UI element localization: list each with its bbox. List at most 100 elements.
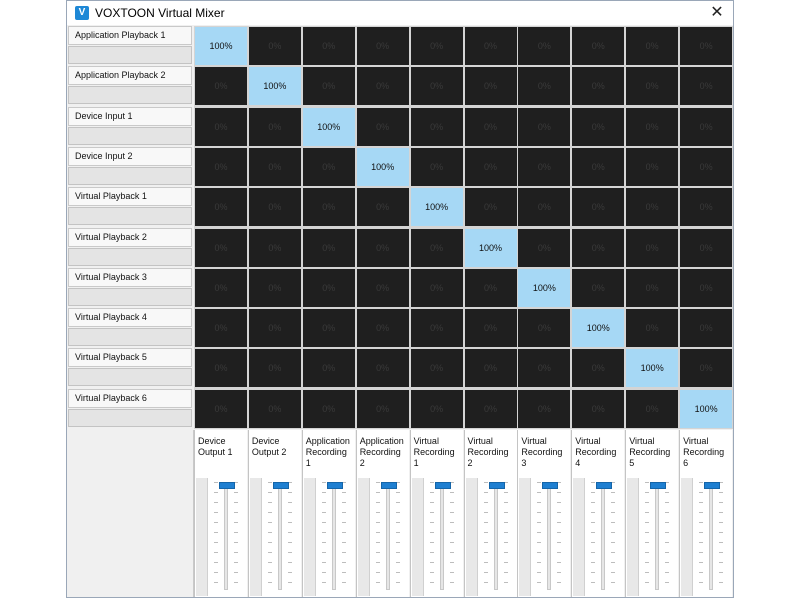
matrix-cell[interactable]: 0% — [356, 67, 409, 106]
volume-fader[interactable] — [519, 478, 569, 596]
matrix-cell[interactable]: 0% — [680, 188, 733, 227]
matrix-cell[interactable]: 0% — [464, 27, 517, 65]
matrix-cell[interactable]: 0% — [248, 309, 301, 348]
matrix-cell[interactable]: 0% — [410, 228, 463, 267]
input-row-control[interactable] — [68, 368, 192, 387]
matrix-cell[interactable]: 0% — [410, 389, 463, 428]
matrix-cell[interactable]: 0% — [518, 228, 571, 267]
matrix-cell[interactable]: 0% — [302, 268, 355, 307]
matrix-cell[interactable]: 0% — [302, 27, 355, 65]
matrix-cell[interactable]: 0% — [195, 349, 247, 388]
volume-fader[interactable] — [303, 478, 354, 596]
matrix-cell[interactable]: 0% — [572, 349, 625, 388]
fader-thumb[interactable] — [542, 482, 559, 489]
matrix-cell[interactable]: 0% — [680, 228, 733, 267]
matrix-cell[interactable]: 0% — [410, 147, 463, 186]
fader-track[interactable] — [385, 482, 390, 590]
matrix-cell[interactable]: 0% — [410, 67, 463, 106]
matrix-cell[interactable]: 0% — [680, 67, 733, 106]
fader-track[interactable] — [493, 482, 498, 590]
matrix-cell[interactable]: 0% — [195, 309, 247, 348]
matrix-cell[interactable]: 0% — [626, 67, 679, 106]
matrix-cell[interactable]: 0% — [410, 27, 463, 65]
input-row-control[interactable] — [68, 207, 192, 226]
matrix-cell[interactable]: 0% — [518, 309, 571, 348]
matrix-cell[interactable]: 0% — [464, 349, 517, 388]
fader-track[interactable] — [709, 482, 714, 590]
fader-track[interactable] — [547, 482, 552, 590]
matrix-cell[interactable]: 0% — [464, 107, 517, 146]
fader-thumb[interactable] — [488, 482, 505, 489]
matrix-cell[interactable]: 0% — [356, 268, 409, 307]
matrix-cell[interactable]: 0% — [302, 349, 355, 388]
input-row-control[interactable] — [68, 408, 192, 427]
matrix-cell[interactable]: 0% — [248, 27, 301, 65]
matrix-cell[interactable]: 0% — [626, 27, 679, 65]
matrix-cell[interactable]: 0% — [572, 67, 625, 106]
matrix-cell[interactable]: 0% — [626, 268, 679, 307]
matrix-cell[interactable]: 0% — [518, 27, 571, 65]
matrix-cell[interactable]: 100% — [518, 268, 571, 307]
matrix-cell[interactable]: 0% — [356, 188, 409, 227]
volume-fader[interactable] — [249, 478, 300, 596]
matrix-cell[interactable]: 0% — [356, 107, 409, 146]
matrix-cell[interactable]: 0% — [680, 27, 733, 65]
matrix-cell[interactable]: 0% — [572, 228, 625, 267]
matrix-cell[interactable]: 0% — [464, 268, 517, 307]
fader-thumb[interactable] — [219, 482, 235, 489]
fader-thumb[interactable] — [704, 482, 721, 489]
matrix-cell[interactable]: 0% — [626, 188, 679, 227]
volume-fader[interactable] — [196, 478, 246, 596]
matrix-cell[interactable]: 0% — [195, 268, 247, 307]
matrix-cell[interactable]: 0% — [356, 228, 409, 267]
volume-fader[interactable] — [465, 478, 516, 596]
matrix-cell[interactable]: 0% — [518, 107, 571, 146]
matrix-cell[interactable]: 0% — [248, 349, 301, 388]
matrix-cell[interactable]: 0% — [195, 188, 247, 227]
matrix-cell[interactable]: 0% — [302, 309, 355, 348]
matrix-cell[interactable]: 0% — [464, 309, 517, 348]
matrix-cell[interactable]: 0% — [626, 309, 679, 348]
fader-track[interactable] — [331, 482, 336, 590]
matrix-cell[interactable]: 0% — [680, 349, 733, 388]
matrix-cell[interactable]: 0% — [356, 309, 409, 348]
fader-track[interactable] — [224, 482, 228, 590]
input-row-control[interactable] — [68, 328, 192, 347]
matrix-cell[interactable]: 0% — [572, 147, 625, 186]
matrix-cell[interactable]: 0% — [626, 107, 679, 146]
matrix-cell[interactable]: 100% — [680, 389, 733, 428]
matrix-cell[interactable]: 0% — [626, 389, 679, 428]
matrix-cell[interactable]: 0% — [195, 389, 247, 428]
matrix-cell[interactable]: 0% — [572, 268, 625, 307]
matrix-cell[interactable]: 0% — [248, 188, 301, 227]
matrix-cell[interactable]: 0% — [464, 147, 517, 186]
matrix-cell[interactable]: 100% — [302, 107, 355, 146]
matrix-cell[interactable]: 0% — [680, 309, 733, 348]
matrix-cell[interactable]: 0% — [626, 147, 679, 186]
matrix-cell[interactable]: 0% — [464, 188, 517, 227]
volume-fader[interactable] — [411, 478, 462, 596]
matrix-cell[interactable]: 0% — [410, 268, 463, 307]
matrix-cell[interactable]: 100% — [195, 27, 247, 65]
matrix-cell[interactable]: 0% — [464, 389, 517, 428]
input-row-control[interactable] — [68, 126, 192, 145]
matrix-cell[interactable]: 0% — [195, 228, 247, 267]
matrix-cell[interactable]: 0% — [302, 67, 355, 106]
fader-track[interactable] — [655, 482, 660, 590]
matrix-cell[interactable]: 0% — [356, 389, 409, 428]
matrix-cell[interactable]: 0% — [572, 389, 625, 428]
volume-fader[interactable] — [573, 478, 623, 596]
matrix-cell[interactable]: 0% — [410, 349, 463, 388]
matrix-cell[interactable]: 100% — [572, 309, 625, 348]
input-row-control[interactable] — [68, 247, 192, 266]
input-row-control[interactable] — [68, 46, 192, 64]
matrix-cell[interactable]: 0% — [248, 228, 301, 267]
fader-thumb[interactable] — [434, 482, 451, 489]
matrix-cell[interactable]: 0% — [248, 389, 301, 428]
volume-fader[interactable] — [357, 478, 408, 596]
matrix-cell[interactable]: 0% — [518, 188, 571, 227]
matrix-cell[interactable]: 0% — [572, 27, 625, 65]
matrix-cell[interactable]: 100% — [626, 349, 679, 388]
fader-thumb[interactable] — [272, 482, 289, 489]
matrix-cell[interactable]: 0% — [248, 147, 301, 186]
